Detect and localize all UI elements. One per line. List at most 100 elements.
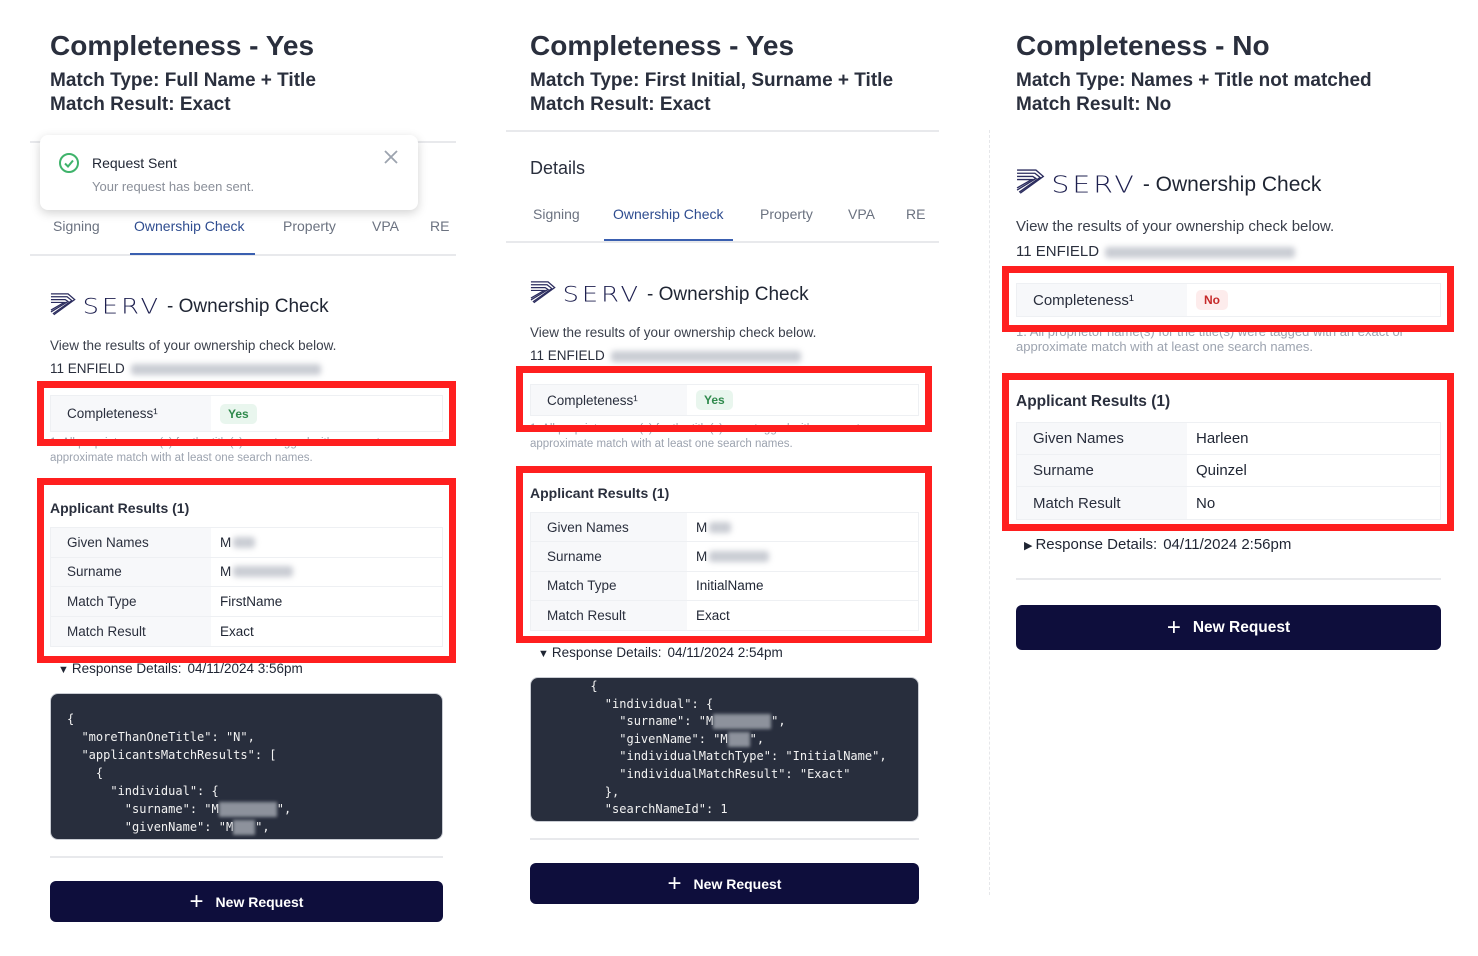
tab-property[interactable]: Property — [283, 218, 336, 234]
code-line: "moreThanOneTitle": "N", — [67, 728, 442, 746]
redacted-code-value — [233, 820, 256, 835]
new-request-button[interactable]: + New Request — [1016, 605, 1441, 650]
code-line: "individualMatchType": "InitialName", — [547, 748, 918, 766]
code-text: { — [67, 712, 75, 726]
panel-heading: Completeness - No — [1016, 30, 1270, 61]
new-request-label: New Request — [1192, 618, 1291, 636]
code-text-end: ", — [749, 731, 765, 746]
new-request-button[interactable]: + New Request — [530, 863, 919, 904]
code-text: "surname": "M — [547, 714, 714, 729]
logo-suffix-title: - Ownership Check — [1142, 172, 1322, 196]
code-text: "individualMatchType": "InitialName", — [547, 749, 887, 764]
plus-icon: + — [1166, 613, 1181, 641]
intro-text: View the results of your ownership check… — [50, 338, 337, 353]
code-text: "applicantsMatchResults": [ — [67, 748, 277, 762]
code-line: { — [547, 678, 918, 696]
response-label: Response Details: — [1035, 536, 1158, 553]
plus-icon: + — [667, 869, 682, 897]
toast-message: Your request has been sent. — [92, 179, 255, 194]
tab-signing[interactable]: Signing — [53, 218, 100, 234]
highlight-box — [1002, 266, 1454, 332]
tab-ownership-check[interactable]: Ownership Check — [613, 206, 724, 222]
response-time: 04/11/2024 2:56pm — [1163, 536, 1292, 553]
code-text: { — [547, 679, 598, 693]
code-text: "searchNameId": 1 — [547, 802, 728, 817]
tabs-baseline — [506, 241, 939, 243]
section-divider — [50, 856, 443, 858]
code-text-end: ", — [276, 802, 292, 816]
intro-text: View the results of your ownership check… — [530, 325, 817, 340]
new-request-button[interactable]: + New Request — [50, 881, 443, 922]
serv-logo: SERV - Ownership Check — [50, 292, 329, 323]
tab-vpa[interactable]: VPA — [372, 218, 399, 234]
serv-logo-mark-icon — [1016, 168, 1045, 201]
logo-suffix-title: - Ownership Check — [167, 296, 329, 318]
address-redacted — [610, 350, 801, 362]
tab-signing[interactable]: Signing — [533, 206, 580, 222]
panel-heading: Completeness - Yes — [530, 30, 795, 61]
serv-logo-wordmark: SERV — [1051, 171, 1137, 199]
code-text: { — [67, 766, 104, 780]
match-type-label: Match Type: Full Name + Title — [50, 70, 316, 91]
toast-title: Request Sent — [92, 155, 177, 171]
section-divider — [1016, 578, 1441, 580]
response-details-toggle[interactable]: ▶ Response Details: 04/11/2024 2:56pm — [1024, 536, 1291, 553]
new-request-label: New Request — [693, 875, 782, 892]
code-line: "individual": { — [67, 782, 442, 800]
logo-suffix-title: - Ownership Check — [647, 284, 809, 306]
match-result-label: Match Result: Exact — [50, 94, 231, 115]
property-address: 11 ENFIELD — [1016, 243, 1296, 260]
code-text: "individual": { — [67, 784, 219, 798]
intro-text: View the results of your ownership check… — [1016, 218, 1335, 235]
redacted-code-value — [713, 714, 772, 730]
tab-vpa[interactable]: VPA — [848, 206, 875, 222]
serv-logo-mark-icon — [50, 292, 77, 323]
details-title: Details — [530, 158, 586, 178]
divider-line — [989, 130, 990, 895]
code-text: "individualMatchResult": "Exact" — [547, 766, 851, 781]
match-result-label: Match Result: Exact — [530, 94, 711, 115]
code-line: "applicantsMatchResults": [ — [67, 746, 442, 764]
response-time: 04/11/2024 2:54pm — [667, 645, 783, 660]
code-text: "individual": { — [547, 696, 714, 711]
response-details-toggle[interactable]: ▼ Response Details: 04/11/2024 2:54pm — [538, 645, 783, 660]
match-type-label: Match Type: Names + Title not matched — [1016, 70, 1372, 91]
serv-logo-wordmark: SERV — [82, 295, 162, 320]
code-text-end: ", — [771, 714, 786, 729]
serv-logo-mark-icon — [530, 280, 557, 311]
address-visible: 11 ENFIELD — [50, 361, 125, 376]
match-result-label: Match Result: No — [1016, 94, 1172, 115]
response-json-block[interactable]: { "individual": { "surname": "M ", "given… — [530, 677, 919, 822]
property-address: 11 ENFIELD — [50, 361, 321, 376]
code-line: }, — [547, 784, 918, 802]
tab-re[interactable]: RE — [906, 206, 925, 222]
response-time: 04/11/2024 3:56pm — [187, 661, 303, 676]
code-text: }, — [547, 784, 620, 799]
triangle-down-icon: ▼ — [538, 648, 549, 660]
highlight-box — [516, 366, 932, 432]
section-divider — [506, 130, 939, 132]
code-line: { — [67, 764, 442, 782]
code-line: "givenName": "M ", — [67, 818, 442, 836]
redacted-code-value — [218, 802, 277, 817]
close-icon[interactable] — [383, 149, 399, 170]
serv-logo: SERV - Ownership Check — [1016, 168, 1321, 201]
highlight-box — [37, 478, 456, 663]
triangle-down-icon: ▼ — [58, 664, 69, 676]
toast-notification: Request Sent Your request has been sent. — [40, 135, 418, 210]
tab-property[interactable]: Property — [760, 206, 813, 222]
tab-ownership-check[interactable]: Ownership Check — [134, 218, 245, 234]
match-type-label: Match Type: First Initial, Surname + Tit… — [530, 70, 894, 91]
panel-heading: Completeness - Yes — [50, 30, 315, 61]
tab-re[interactable]: RE — [430, 218, 449, 234]
plus-icon: + — [189, 887, 204, 915]
response-details-toggle[interactable]: ▼ Response Details: 04/11/2024 3:56pm — [58, 661, 303, 676]
code-line: "individualMatchType": "FirstName" — [67, 836, 442, 839]
highlight-box — [37, 381, 456, 446]
code-text: "surname": "M — [67, 802, 219, 816]
code-line: "individualMatchResult": "Exact" — [547, 766, 918, 784]
response-json-block[interactable]: { "moreThanOneTitle": "N", "applicantsMa… — [50, 693, 443, 840]
highlight-box — [516, 466, 932, 643]
code-line: "givenName": "M ", — [547, 731, 918, 749]
code-line: "individual": { — [547, 696, 918, 714]
